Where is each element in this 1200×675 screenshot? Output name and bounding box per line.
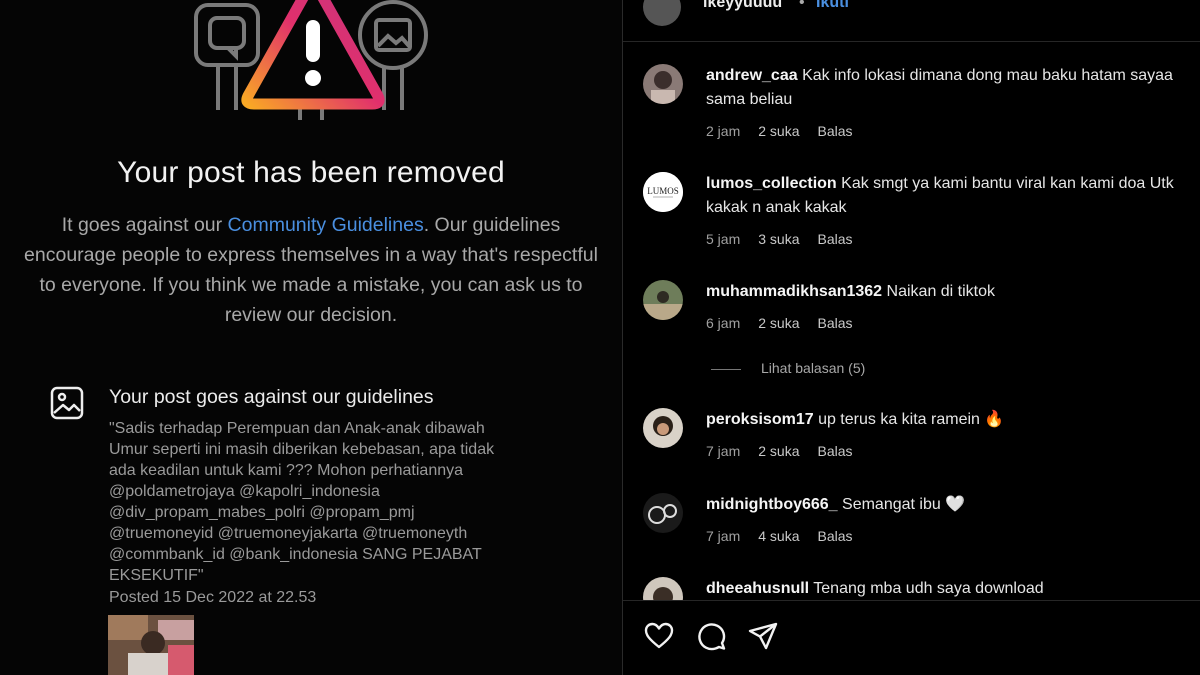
comment-likes[interactable]: 3 suka (758, 231, 799, 247)
separator-dot: • (799, 0, 805, 11)
share-icon[interactable] (747, 620, 779, 652)
comment-meta: 7 jam 4 suka Balas (706, 528, 871, 544)
reply-button[interactable]: Balas (817, 528, 852, 544)
heart-icon[interactable] (643, 620, 675, 652)
removed-title: Your post has been removed (117, 156, 505, 189)
warning-illustration (194, 0, 428, 120)
post-actions (643, 620, 843, 652)
comment-text: andrew_caa Kak info lokasi dimana dong m… (706, 64, 1196, 112)
posted-date: Posted 15 Dec 2022 at 22.53 (109, 589, 317, 606)
comment-likes[interactable]: 2 suka (758, 123, 799, 139)
reply-button[interactable]: Balas (817, 443, 852, 459)
comment-text: dheeahusnull Tenang mba udh saya downloa… (706, 577, 1196, 600)
comment-meta: 6 jam 2 suka Balas (706, 315, 871, 331)
guideline-section-title: Your post goes against our guidelines (109, 386, 434, 408)
divider (623, 41, 1200, 42)
comment-username[interactable]: lumos_collection (706, 175, 837, 192)
comment-text: muhammadikhsan1362 Naikan di tiktok (706, 280, 1196, 304)
comment-username[interactable]: peroksisom17 (706, 411, 814, 428)
comment-body: up terus ka kita ramein 🔥 (818, 411, 1005, 428)
comment-username[interactable]: dheeahusnull (706, 580, 809, 597)
comment-username[interactable]: muhammadikhsan1362 (706, 283, 882, 300)
removed-explanation: It goes against our Community Guidelines… (20, 210, 602, 330)
comment-time: 7 jam (706, 528, 741, 544)
lumos-logo-text: LUMOS (647, 186, 679, 196)
avatar[interactable] (643, 493, 683, 533)
avatar[interactable] (643, 64, 683, 104)
comment-icon[interactable] (695, 620, 727, 652)
comment-likes[interactable]: 4 suka (758, 528, 799, 544)
comment-likes[interactable]: 2 suka (758, 443, 799, 459)
comment-time: 2 jam (706, 123, 741, 139)
comment-likes[interactable]: 2 suka (758, 315, 799, 331)
avatar[interactable] (643, 408, 683, 448)
comment-meta: 2 jam 2 suka Balas (706, 123, 871, 139)
comment-username[interactable]: andrew_caa (706, 67, 798, 84)
comment-text: midnightboy666_ Semangat ibu 🤍 (706, 493, 1196, 517)
comment-text: lumos_collection Kak smgt ya kami bantu … (706, 172, 1196, 220)
comment-username[interactable]: midnightboy666_ (706, 496, 838, 513)
avatar[interactable] (643, 577, 683, 600)
comment-text: peroksisom17 up terus ka kita ramein 🔥 (706, 408, 1196, 432)
community-guidelines-link[interactable]: Community Guidelines (228, 214, 424, 236)
comment-time: 5 jam (706, 231, 741, 247)
comment-meta: 7 jam 2 suka Balas (706, 443, 871, 459)
comment-meta: 5 jam 3 suka Balas (706, 231, 871, 247)
post-caption: "Sadis terhadap Perempuan dan Anak-anak … (109, 420, 495, 584)
reply-button[interactable]: Balas (817, 123, 852, 139)
explain-text: It goes against our (61, 214, 228, 236)
avatar[interactable]: LUMOS (643, 172, 683, 212)
reply-button[interactable]: Balas (817, 315, 852, 331)
comment-body: Naikan di tiktok (886, 283, 996, 300)
comment-time: 6 jam (706, 315, 741, 331)
avatar[interactable] (643, 280, 683, 320)
divider (623, 600, 1200, 601)
comment-item: dheeahusnull Tenang mba udh saya downloa… (623, 577, 1200, 600)
image-icon (50, 386, 84, 420)
post-thumbnail[interactable] (108, 615, 194, 675)
comment-body: Tenang mba udh saya download (813, 580, 1044, 597)
comments-panel: ikeyyuuuu • Ikuti andrew_caa Kak info lo… (623, 0, 1200, 675)
author-username[interactable]: ikeyyuuuu (703, 0, 782, 12)
replies-dash (711, 368, 741, 370)
view-replies-button[interactable]: Lihat balasan (5) (711, 360, 865, 376)
view-replies-label[interactable]: Lihat balasan (5) (761, 360, 865, 376)
post-author-header: ikeyyuuuu • Ikuti (623, 0, 1200, 28)
removed-post-panel: Your post has been removed It goes again… (0, 0, 622, 675)
avatar[interactable] (643, 0, 681, 26)
comment-body: Semangat ibu 🤍 (842, 496, 966, 513)
comment-time: 7 jam (706, 443, 741, 459)
reply-button[interactable]: Balas (817, 231, 852, 247)
follow-button[interactable]: Ikuti (816, 0, 849, 12)
